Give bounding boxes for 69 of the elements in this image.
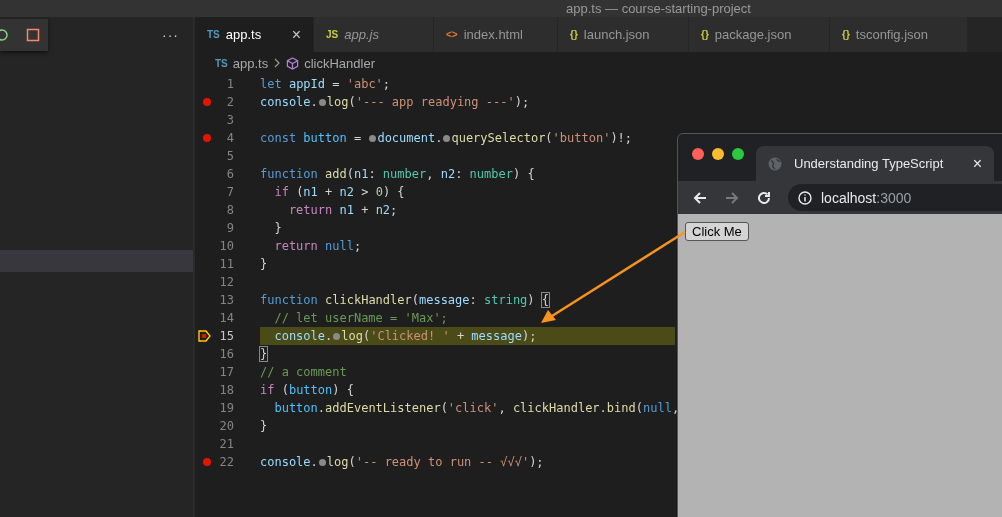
line-number: 2	[225, 95, 234, 109]
breakpoint-icon[interactable]	[203, 134, 211, 142]
line-number: 19	[218, 401, 234, 415]
editor-tab[interactable]: {} package.json	[689, 17, 830, 52]
code-line: function clickHandler(message: string) {	[260, 292, 550, 309]
breakpoint-icon[interactable]	[203, 98, 211, 106]
file-type-label: TS	[215, 57, 228, 69]
line-number: 7	[225, 185, 234, 199]
line-number: 4	[225, 131, 234, 145]
address-bar[interactable]: localhost:3000	[788, 184, 1002, 211]
code-line: }	[260, 418, 268, 435]
code-line: if (n1 + n2 > 0) {	[273, 184, 405, 201]
code-line: button.addEventListener('click', clickHandler.bind(null,	[273, 400, 680, 417]
line-number: 11	[218, 257, 234, 271]
code-line: // a comment	[260, 364, 347, 381]
line-number: 6	[225, 167, 234, 181]
line-number: 15	[218, 329, 234, 343]
browser-tab[interactable]: Understanding TypeScript ×	[756, 146, 994, 181]
code-line: const button = document. querySelector('button')!;	[260, 130, 633, 147]
window-title: app.ts — course-starting-project	[566, 1, 751, 16]
close-icon[interactable]: ×	[972, 154, 982, 173]
line-number: 14	[218, 311, 234, 325]
line-number: 12	[218, 275, 234, 289]
code-line: console. log('--- app readying ---');	[260, 94, 530, 111]
line-number: 8	[225, 203, 234, 217]
breadcrumb-item[interactable]: app.ts	[232, 55, 269, 71]
editor-tab[interactable]: TS app.ts ×	[195, 17, 314, 52]
editor-tab[interactable]: {} launch.json	[558, 17, 689, 52]
line-number: 9	[225, 221, 234, 235]
code-line: }	[273, 220, 282, 237]
editor-tab[interactable]: {} tsconfig.json	[830, 17, 968, 52]
breakpoint-icon[interactable]	[203, 458, 211, 466]
code-line: }	[260, 346, 268, 363]
code-line: console. log('-- ready to run -- √√√');	[260, 454, 544, 471]
line-number: 21	[218, 437, 234, 451]
line-number: 20	[218, 419, 234, 433]
stop-icon[interactable]	[26, 27, 40, 42]
line-number: 1	[225, 77, 234, 91]
line-number: 5	[225, 149, 234, 163]
line-number: 17	[218, 365, 234, 379]
line-number: 16	[218, 347, 234, 361]
info-icon[interactable]	[798, 190, 812, 205]
reload-icon[interactable]	[756, 189, 772, 206]
chevron-icon	[273, 58, 282, 68]
cube-icon	[286, 56, 300, 70]
breadcrumb-item[interactable]: clickHandler	[304, 55, 375, 71]
line-number: 18	[218, 383, 234, 397]
code-line: if (button) {	[260, 382, 354, 399]
back-icon[interactable]	[692, 189, 708, 206]
code-line: // let userName = 'Max';	[273, 310, 448, 327]
close-window-icon[interactable]	[692, 148, 704, 160]
code-line: let appId = 'abc';	[260, 76, 391, 93]
zoom-window-icon[interactable]	[732, 148, 744, 160]
url-text: localhost:3000	[821, 189, 912, 206]
line-number: 13	[218, 293, 234, 307]
more-button[interactable]: ···	[162, 26, 179, 43]
code-line: return n1 + n2;	[287, 202, 398, 219]
editor-tab[interactable]: <> index.html	[434, 17, 558, 52]
editor-tab[interactable]: JS app.js	[314, 17, 434, 52]
minimize-window-icon[interactable]	[712, 148, 724, 160]
close-icon[interactable]: ×	[291, 25, 301, 44]
line-number: 22	[218, 455, 234, 469]
line-number: 10	[218, 239, 234, 253]
globe-icon	[768, 156, 782, 171]
line-number: 3	[225, 113, 234, 127]
code-line: }	[260, 256, 268, 273]
code-line: function add(n1: number, n2: number) {	[260, 166, 535, 183]
code-line: return null;	[273, 238, 362, 255]
click-me-button[interactable]: Click Me	[685, 222, 749, 241]
